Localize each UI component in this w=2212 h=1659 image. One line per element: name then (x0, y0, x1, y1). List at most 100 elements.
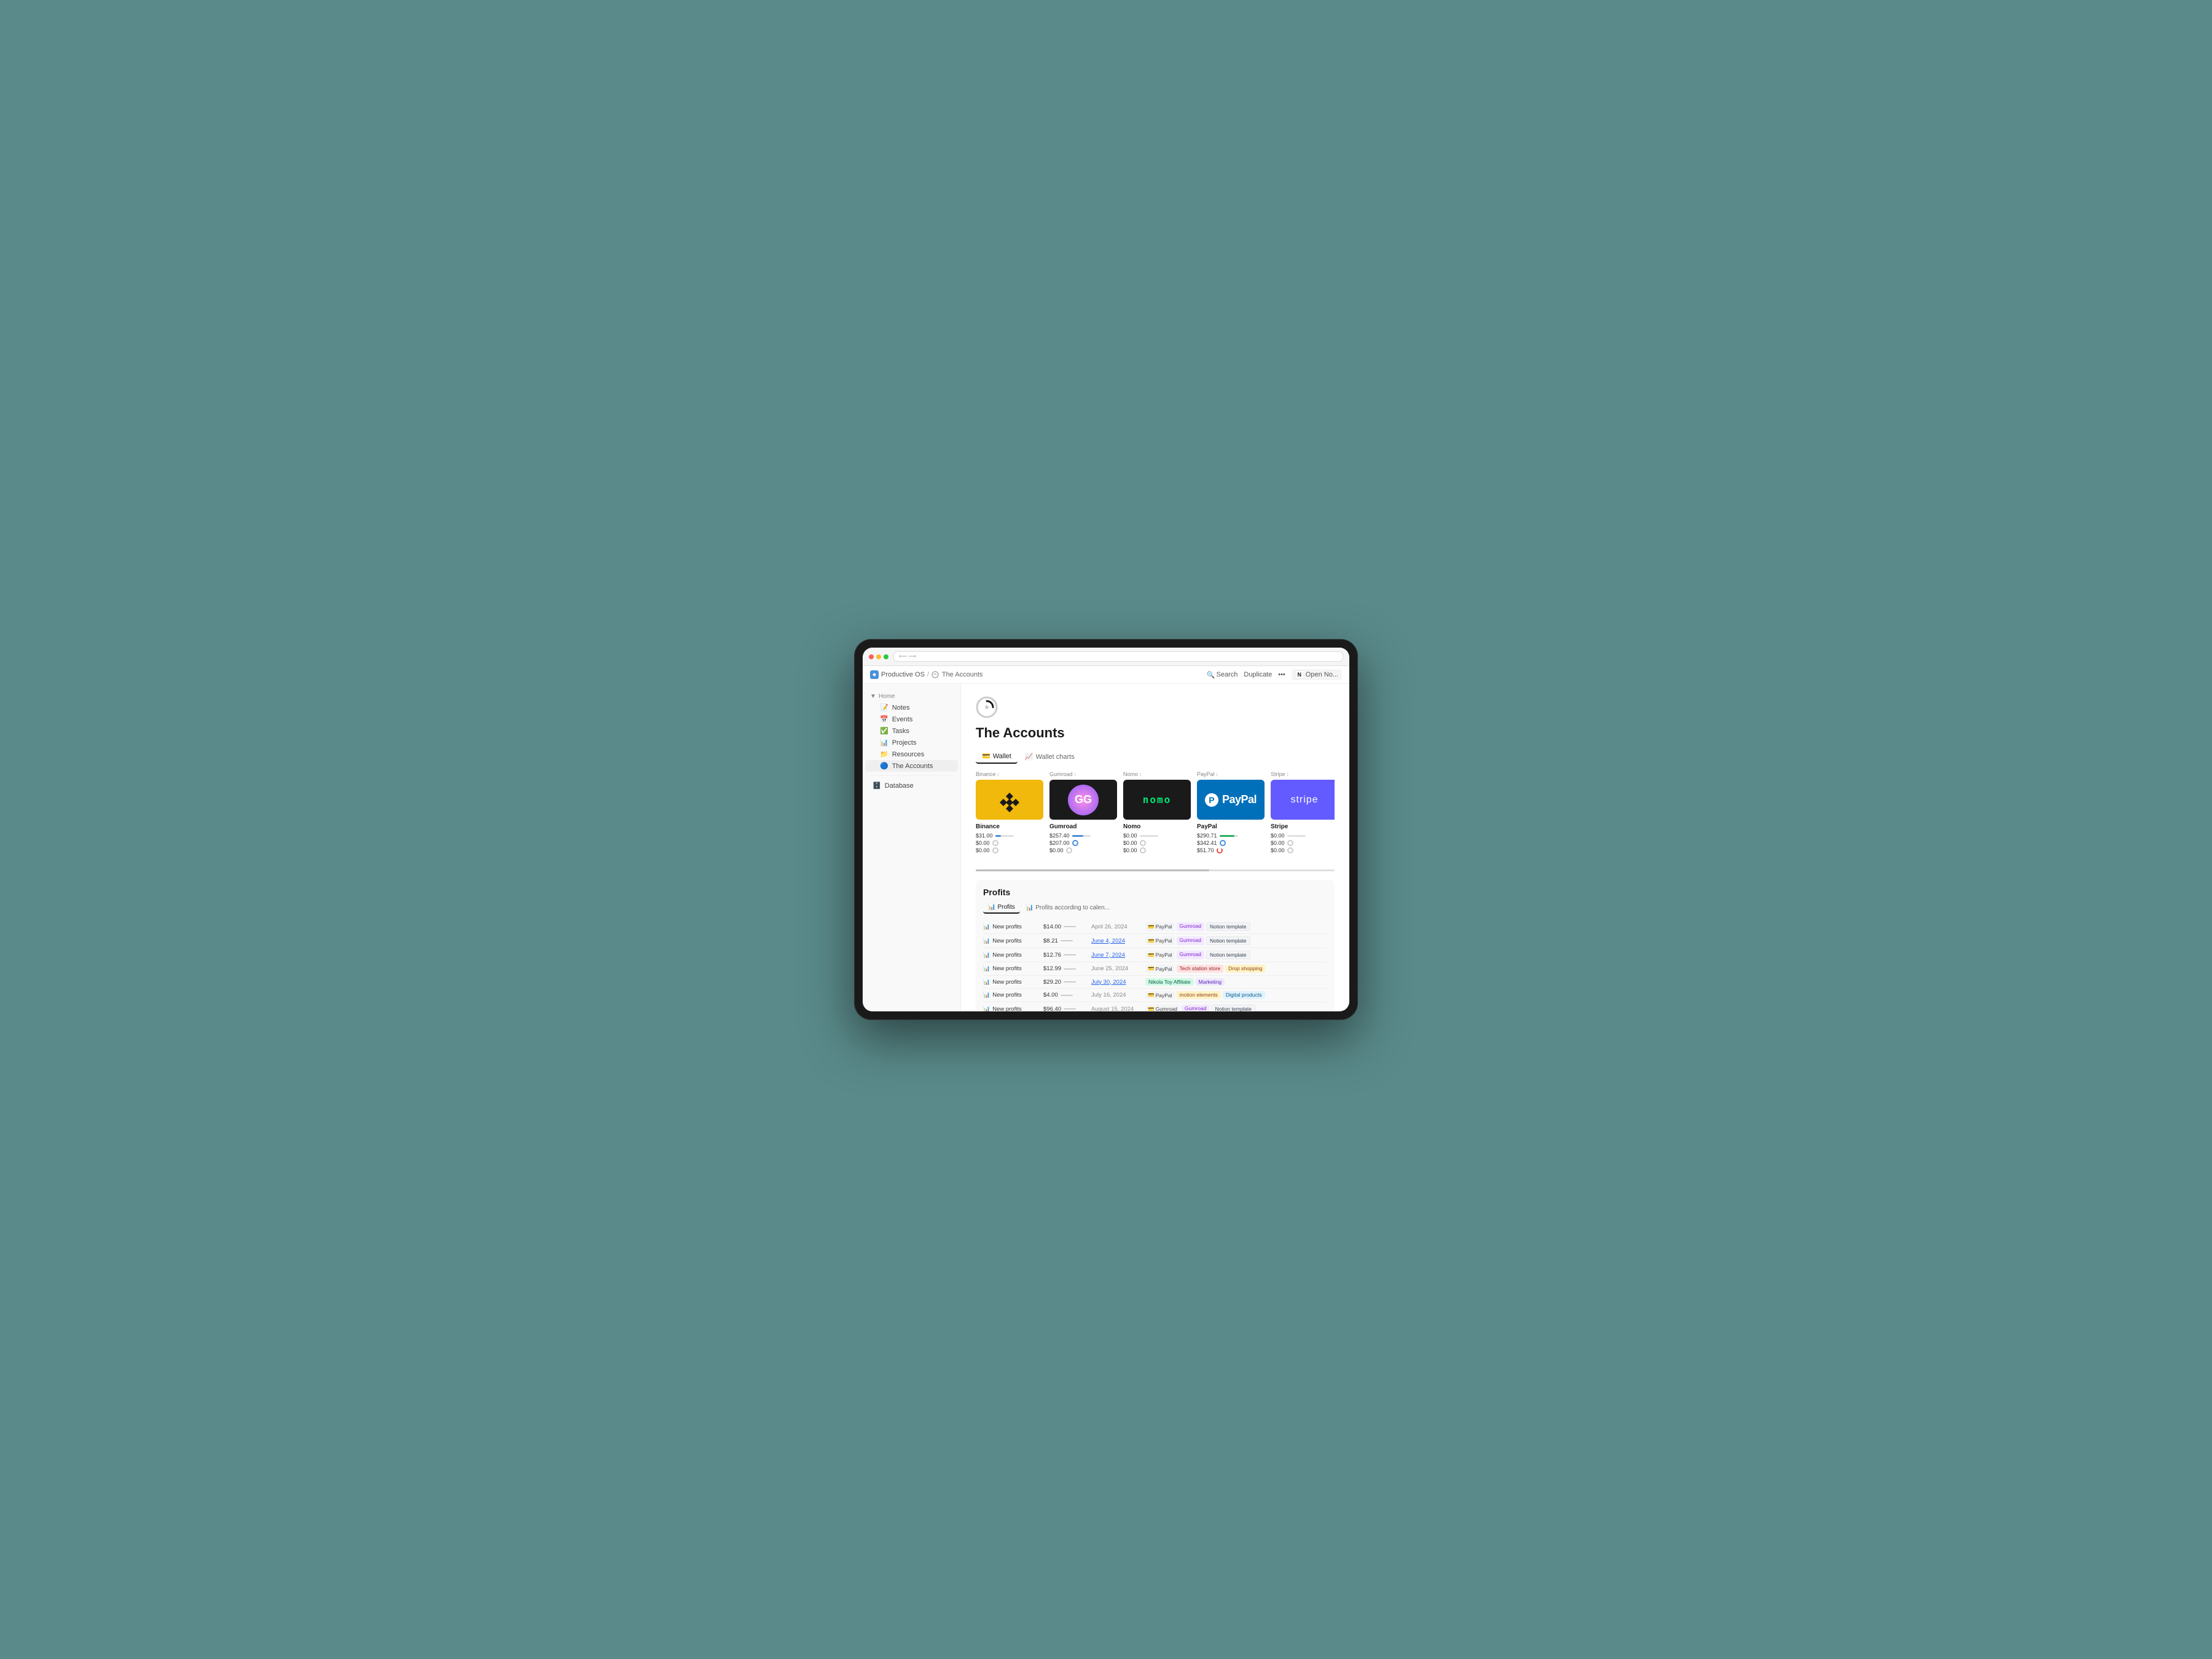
sidebar-item-accounts[interactable]: 🔵 The Accounts (865, 760, 958, 772)
tag-tech-4[interactable]: Tech station store (1177, 965, 1224, 973)
paypal-p-icon: P (1205, 793, 1218, 807)
wallet-cards-container: Binance ↕ (976, 771, 1335, 860)
profit-tags-6: 💳 PayPal motion elements Digital product… (1145, 991, 1327, 999)
tasks-icon: ✅ (880, 727, 888, 735)
paypal-logo-container: P PayPal (1205, 793, 1257, 807)
chart-row-icon-6: 📊 (983, 992, 990, 998)
page-logo (976, 696, 998, 718)
stat-circle-2 (992, 847, 998, 853)
binance-logo-svg (991, 788, 1028, 812)
gumroad-image[interactable]: GG (1049, 780, 1117, 820)
binance-title: Binance (976, 823, 1043, 830)
profit-tags-5: Nikola Toy Affiliate Marketing (1145, 978, 1327, 986)
profit-name-6[interactable]: 📊 New profits (983, 992, 1038, 998)
tag-motion-6[interactable]: motion elements (1177, 991, 1221, 999)
wallet-badge-6: 💳 PayPal (1145, 991, 1175, 999)
tag-notion-2[interactable]: Notion template (1206, 936, 1250, 945)
profit-amount-5: $29.20 (1043, 979, 1086, 986)
sidebar-item-notes[interactable]: 📝 Notes (865, 702, 958, 713)
tag-gumroad-1[interactable]: Gumroad (1177, 922, 1204, 931)
chart-row-icon-4: 📊 (983, 965, 990, 972)
tag-nikola-5[interactable]: Nikola Toy Affiliate (1145, 978, 1194, 986)
tag-notion-3[interactable]: Notion template (1206, 951, 1250, 959)
resources-icon: 📁 (880, 750, 888, 758)
tab-profits-calendar[interactable]: 📊 Profits according to calen... (1021, 902, 1115, 914)
tag-gumroad-2[interactable]: Gumroad (1177, 936, 1204, 945)
gumroad-logo: GG (1068, 785, 1099, 815)
tag-notion-7[interactable]: Notion template (1211, 1005, 1255, 1011)
sidebar-item-resources[interactable]: 📁 Resources (865, 748, 958, 760)
profit-name-1[interactable]: 📊 New profits (983, 924, 1038, 930)
maximize-dot[interactable] (884, 654, 888, 659)
profit-name-2[interactable]: 📊 New profits (983, 938, 1038, 944)
tag-gumroad-7[interactable]: Gumroad (1182, 1005, 1209, 1011)
tag-notion-1[interactable]: Notion template (1206, 922, 1250, 931)
profit-tags-4: 💳 PayPal Tech station store Drop shoppin… (1145, 965, 1327, 973)
breadcrumb-home[interactable]: Productive OS (881, 671, 925, 678)
gumroad-stat-3: $0.00 (1049, 847, 1117, 853)
profit-amount-4: $12.99 (1043, 965, 1086, 972)
stripe-image[interactable]: stripe (1271, 780, 1335, 820)
profit-date-1: April 26, 2024 (1091, 924, 1140, 930)
stat-circle-9 (1287, 840, 1293, 846)
wallet-badge-1: 💳 PayPal (1145, 922, 1175, 931)
tab-wallet[interactable]: 💳 Wallet (976, 750, 1018, 764)
duplicate-button[interactable]: Duplicate (1244, 671, 1272, 678)
main-content: ▼ Home 📝 Notes 📅 Events ✅ Tasks (863, 684, 1349, 1011)
gumroad-label: Gumroad ↕ (1049, 771, 1117, 777)
projects-icon: 📊 (880, 739, 888, 747)
breadcrumb-page: The Accounts (931, 671, 983, 678)
wallet-badge-2: 💳 PayPal (1145, 936, 1175, 945)
search-button[interactable]: 🔍 Search (1207, 671, 1238, 679)
tag-gumroad-3[interactable]: Gumroad (1177, 951, 1204, 959)
profit-name-4[interactable]: 📊 New profits (983, 965, 1038, 972)
profit-name-3[interactable]: 📊 New profits (983, 952, 1038, 959)
wallet-card-stripe: Stripe ↕ stripe Stripe $0.00 (1271, 771, 1335, 855)
prod-os-icon (870, 670, 879, 679)
profit-date-2: June 4, 2024 (1091, 938, 1140, 944)
sidebar-item-projects[interactable]: 📊 Projects (865, 737, 958, 748)
sidebar-item-database[interactable]: 🗄️ Database (865, 780, 958, 791)
tab-wallet-charts[interactable]: 📈 Wallet charts (1019, 750, 1081, 764)
binance-image[interactable] (976, 780, 1043, 820)
paypal-stat-2: $342.41 (1197, 840, 1265, 846)
breadcrumb-separator: / (927, 671, 929, 678)
tag-digital-6[interactable]: Digital products (1223, 991, 1265, 999)
events-icon: 📅 (880, 715, 888, 723)
tag-drop-4[interactable]: Drop shopping (1225, 965, 1265, 973)
sidebar-item-events[interactable]: 📅 Events (865, 713, 958, 725)
gumroad-stat-1: $257.40 (1049, 833, 1117, 839)
tab-profits[interactable]: 📊 Profits (983, 902, 1020, 914)
profit-name-5[interactable]: 📊 New profits (983, 979, 1038, 986)
nomo-label: Nomo ↕ (1123, 771, 1191, 777)
profit-mini-bar-2 (1061, 940, 1073, 941)
wallet-tabs: 💳 Wallet 📈 Wallet charts (976, 750, 1335, 764)
profit-name-7[interactable]: 📊 New profits (983, 1006, 1038, 1012)
profit-row-3: 📊 New profits $12.76 June 7, 2024 💳 PayP… (983, 948, 1327, 962)
sidebar-item-tasks[interactable]: ✅ Tasks (865, 725, 958, 737)
sort-icon-3: ↕ (1139, 771, 1142, 777)
profit-amount-7: $96.40 (1043, 1006, 1086, 1012)
paypal-stat-3: $51.70 (1197, 847, 1265, 853)
sidebar-home-title[interactable]: ▼ Home (863, 691, 960, 702)
paypal-image[interactable]: P PayPal (1197, 780, 1265, 820)
wallet-card-gumroad: Gumroad ↕ GG Gumroad $257.40 (1049, 771, 1117, 855)
nomo-image[interactable]: nomo (1123, 780, 1191, 820)
productive-os-logo: Productive OS (870, 670, 925, 679)
minimize-dot[interactable] (876, 654, 881, 659)
stat-circle-10 (1287, 847, 1293, 853)
tag-marketing-5[interactable]: Marketing (1196, 978, 1225, 986)
chart-row-icon-7: 📊 (983, 1006, 990, 1012)
profit-mini-bar-1 (1064, 926, 1076, 927)
chart-icon: 📈 (1025, 753, 1033, 761)
profit-row-7: 📊 New profits $96.40 August 15, 2024 💳 G… (983, 1002, 1327, 1011)
scroll-thumb[interactable] (976, 869, 1209, 871)
more-button[interactable]: ••• (1278, 671, 1285, 678)
binance-stat-3: $0.00 (976, 847, 1043, 853)
chart-row-icon-2: 📊 (983, 938, 990, 944)
open-notion-button[interactable]: N Open No... (1292, 669, 1342, 680)
close-dot[interactable] (869, 654, 874, 659)
accounts-icon (931, 671, 939, 678)
sort-icon: ↕ (997, 771, 1000, 777)
profit-amount-6: $4.00 (1043, 992, 1086, 998)
